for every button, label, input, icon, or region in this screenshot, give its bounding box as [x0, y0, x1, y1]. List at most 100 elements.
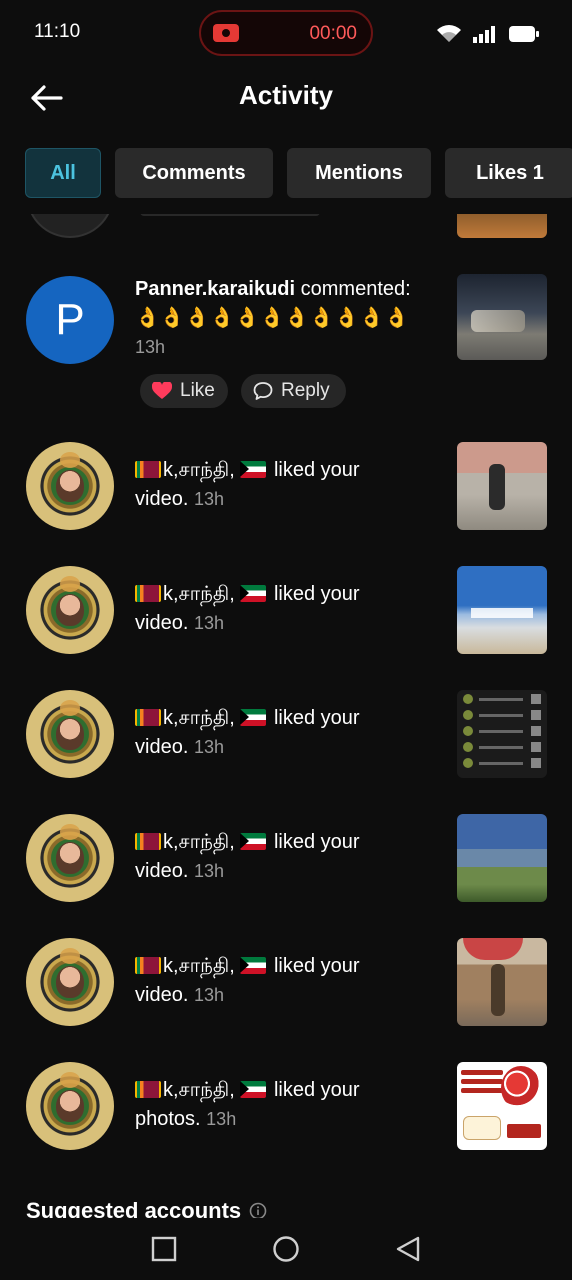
notification-text: k,சாந்தி, liked your video. 13h: [135, 456, 435, 514]
avatar[interactable]: [26, 214, 114, 238]
object-text: video.: [135, 612, 189, 634]
username[interactable]: k,சாந்தி,: [163, 583, 235, 605]
notification-text: k,சாந்தி, liked your video. 13h: [135, 704, 435, 762]
photo-thumbnail[interactable]: [457, 1062, 547, 1150]
timestamp: 13h: [193, 613, 224, 633]
video-thumbnail[interactable]: [457, 566, 547, 654]
system-back-button[interactable]: [394, 1235, 422, 1263]
avatar[interactable]: [26, 814, 114, 902]
object-text: video.: [135, 984, 189, 1006]
notification-text: k,சாந்தி, liked your photos. 13h: [135, 1076, 435, 1134]
list-item[interactable]: k,சாந்தி, liked your video. 13h: [0, 442, 572, 532]
video-thumbnail[interactable]: [457, 274, 547, 360]
back-triangle-icon: [396, 1236, 420, 1262]
timestamp: 13h: [206, 1109, 237, 1129]
list-item[interactable]: k,சாந்தி, liked your video. 13h: [0, 566, 572, 656]
action-text: liked your: [268, 831, 360, 853]
comment-body: 👌👌👌👌👌👌👌👌👌👌👌: [135, 307, 409, 329]
action-text: liked your: [268, 707, 360, 729]
object-text: photos.: [135, 1108, 201, 1130]
page-title: Activity: [239, 80, 333, 110]
username[interactable]: k,சாந்தி,: [163, 707, 235, 729]
username[interactable]: k,சாந்தி,: [163, 459, 235, 481]
status-bar: 11:10 00:00: [0, 0, 572, 66]
signal-icon: [472, 24, 498, 44]
tab-all[interactable]: All: [25, 148, 101, 198]
action-text: liked your: [268, 1079, 360, 1101]
battery-icon: [508, 24, 540, 44]
kuwait-flag-icon: [240, 709, 267, 726]
recording-camera-icon: [213, 24, 239, 42]
chat-bubble-icon: [253, 381, 273, 401]
avatar[interactable]: [26, 690, 114, 778]
timestamp: 13h: [193, 985, 224, 1005]
recording-time: 00:00: [309, 23, 357, 44]
video-thumbnail[interactable]: [457, 690, 547, 778]
suggested-accounts-heading: Suggested accounts: [26, 1198, 267, 1218]
video-thumbnail[interactable]: [457, 938, 547, 1026]
list-item[interactable]: k,சாந்தி, liked your photos. 13h: [0, 1062, 572, 1152]
video-thumbnail[interactable]: [457, 814, 547, 902]
timestamp: 13h: [193, 861, 224, 881]
system-navigation-bar: [0, 1218, 572, 1280]
object-text: video.: [135, 860, 189, 882]
username[interactable]: Panner.karaikudi: [135, 278, 295, 300]
notification-text: k,சாந்தி, liked your video. 13h: [135, 828, 435, 886]
header: Activity: [0, 66, 572, 132]
list-item[interactable]: k,சாந்தி, liked your video. 13h: [0, 938, 572, 1028]
recent-apps-button[interactable]: [150, 1235, 178, 1263]
object-text: video.: [135, 488, 189, 510]
kuwait-flag-icon: [240, 957, 267, 974]
username[interactable]: k,சாந்தி,: [163, 955, 235, 977]
kuwait-flag-icon: [240, 585, 267, 602]
username[interactable]: k,சாந்தி,: [163, 831, 235, 853]
avatar[interactable]: [26, 1062, 114, 1150]
kuwait-flag-icon: [240, 833, 267, 850]
partial-notification-text: [140, 214, 320, 216]
wifi-icon: [436, 24, 462, 44]
timestamp: 13h: [135, 337, 166, 357]
comment-notification-text[interactable]: Panner.karaikudi commented: 👌👌👌👌👌👌👌👌👌👌👌 …: [135, 275, 435, 362]
tab-likes[interactable]: Likes 1: [445, 148, 572, 198]
list-item[interactable]: k,சாந்தி, liked your video. 13h: [0, 690, 572, 780]
kuwait-flag-icon: [240, 1081, 267, 1098]
video-thumbnail[interactable]: [457, 214, 547, 238]
status-icons: [436, 22, 540, 46]
avatar[interactable]: [26, 566, 114, 654]
sri-lanka-flag-icon: [135, 585, 161, 602]
activity-feed[interactable]: P Panner.karaikudi commented: 👌👌👌👌👌👌👌👌👌👌…: [0, 214, 572, 1218]
heart-icon: [152, 382, 172, 400]
video-thumbnail[interactable]: [457, 442, 547, 530]
info-icon[interactable]: [249, 1202, 267, 1218]
list-item[interactable]: k,சாந்தி, liked your video. 13h: [0, 814, 572, 904]
tab-mentions[interactable]: Mentions: [287, 148, 431, 198]
comment-action: commented:: [295, 278, 411, 300]
sri-lanka-flag-icon: [135, 833, 161, 850]
action-text: liked your: [268, 583, 360, 605]
action-text: liked your: [268, 459, 360, 481]
sri-lanka-flag-icon: [135, 461, 161, 478]
recent-apps-icon: [151, 1236, 177, 1262]
sri-lanka-flag-icon: [135, 1081, 161, 1098]
timestamp: 13h: [193, 489, 224, 509]
home-button[interactable]: [272, 1235, 300, 1263]
reply-label: Reply: [281, 380, 330, 401]
home-circle-icon: [273, 1236, 299, 1262]
tab-comments[interactable]: Comments: [115, 148, 273, 198]
avatar[interactable]: P: [26, 276, 114, 364]
avatar[interactable]: [26, 938, 114, 1026]
avatar[interactable]: [26, 442, 114, 530]
like-label: Like: [180, 380, 215, 401]
kuwait-flag-icon: [240, 461, 267, 478]
like-button[interactable]: Like: [140, 374, 228, 408]
notification-text: k,சாந்தி, liked your video. 13h: [135, 580, 435, 638]
reply-button[interactable]: Reply: [241, 374, 346, 408]
notification-text: k,சாந்தி, liked your video. 13h: [135, 952, 435, 1010]
action-text: liked your: [268, 955, 360, 977]
status-time: 11:10: [34, 21, 81, 42]
filter-tabs: All Comments Mentions Likes 1: [25, 148, 572, 198]
screen-recording-pill[interactable]: 00:00: [199, 10, 373, 56]
timestamp: 13h: [193, 737, 224, 757]
object-text: video.: [135, 736, 189, 758]
username[interactable]: k,சாந்தி,: [163, 1079, 235, 1101]
